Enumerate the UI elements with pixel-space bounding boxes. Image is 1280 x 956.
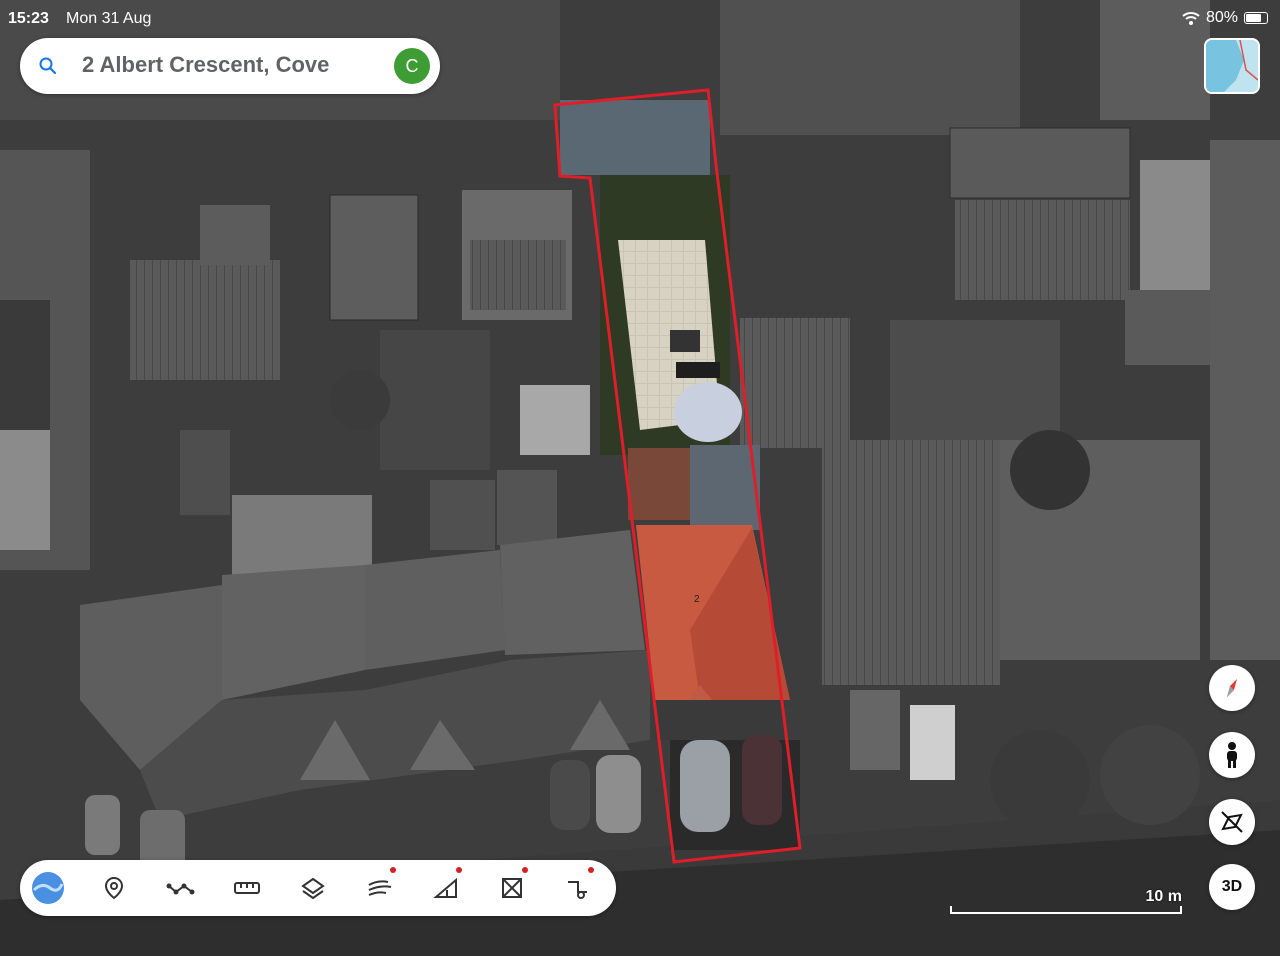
scale-bar: 10 m (950, 884, 1182, 914)
location-pin-button[interactable] (86, 860, 142, 916)
status-bar: 15:23 Mon 31 Aug 80% (0, 0, 1280, 36)
status-time: 15:23 (8, 10, 49, 27)
ruler-button[interactable] (219, 860, 275, 916)
house-number-label: 2 (694, 594, 700, 605)
earth-icon (32, 872, 64, 904)
tilt-icon (1221, 811, 1243, 833)
scale-ruler (950, 906, 1182, 914)
wind-icon (368, 880, 392, 896)
layers-button[interactable] (285, 860, 341, 916)
path-button[interactable] (153, 860, 209, 916)
scale-label: 10 m (1145, 888, 1182, 905)
elevation-icon (433, 877, 457, 898)
battery-percentage: 80% (1205, 9, 1238, 26)
search-icon (39, 57, 57, 75)
status-date: Mon 31 Aug (66, 10, 152, 27)
minimap-button[interactable] (1204, 38, 1260, 94)
new-badge-dot (390, 867, 396, 873)
status-indicators: 80% (1182, 9, 1268, 27)
new-badge-dot (456, 867, 462, 873)
measure-icon (568, 881, 587, 899)
layers-icon (301, 877, 325, 900)
search-bar[interactable]: 2 Albert Crescent, Cove C (20, 38, 440, 94)
area-button[interactable] (484, 860, 540, 916)
path-icon (166, 883, 195, 895)
compass-button[interactable] (1209, 665, 1255, 711)
battery-icon (1244, 12, 1268, 24)
search-query[interactable]: 2 Albert Crescent, Cove (82, 52, 329, 78)
wifi-icon (1182, 12, 1200, 25)
3d-button[interactable]: 3D (1209, 864, 1255, 910)
new-badge-dot (522, 867, 528, 873)
measure-button[interactable] (550, 860, 606, 916)
aerial-map[interactable] (0, 0, 1280, 956)
area-icon (502, 878, 522, 898)
minimap-icon (1206, 40, 1258, 92)
earth-button[interactable] (20, 860, 76, 916)
ruler-icon (234, 882, 260, 894)
bottom-toolbar (20, 860, 616, 916)
new-badge-dot (588, 867, 594, 873)
3d-label: 3D (1221, 878, 1243, 895)
compass-icon (1227, 679, 1237, 697)
wind-button[interactable] (352, 860, 408, 916)
pegman-icon (1227, 742, 1237, 768)
street-view-button[interactable] (1209, 732, 1255, 778)
tilt-button[interactable] (1209, 799, 1255, 845)
elevation-button[interactable] (418, 860, 474, 916)
account-avatar[interactable]: C (394, 48, 430, 84)
location-pin-icon (104, 876, 124, 900)
